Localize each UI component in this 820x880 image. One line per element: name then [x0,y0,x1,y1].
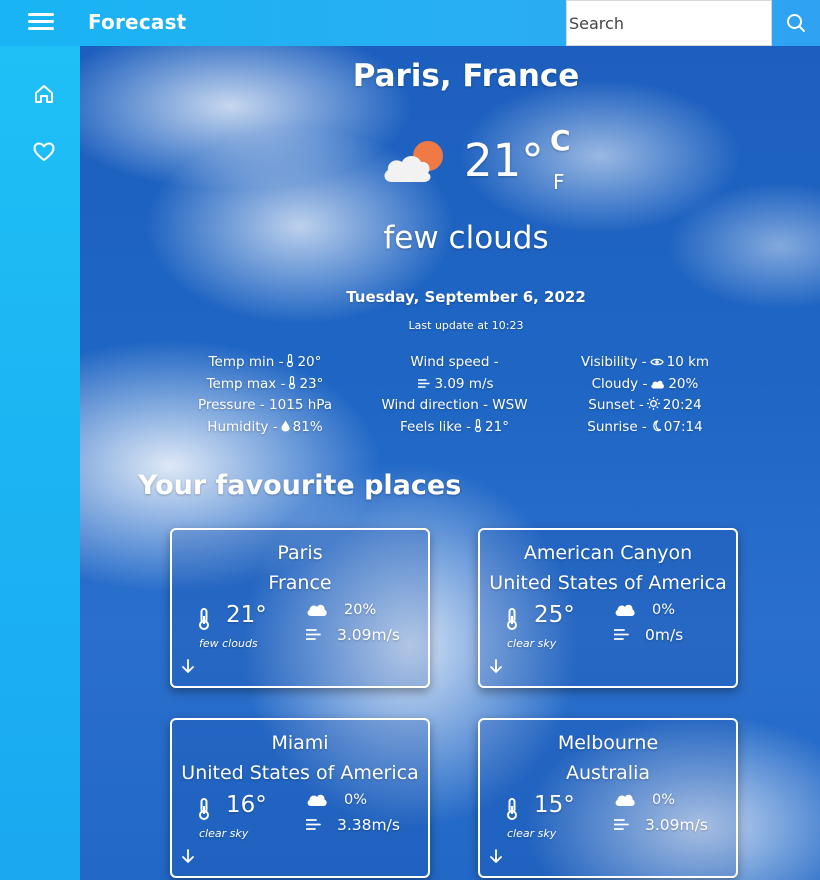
unit-fahrenheit-toggle[interactable]: F [553,170,565,194]
home-icon [35,85,53,103]
sidebar [0,46,80,880]
sidebar-item-favourites[interactable] [30,138,58,166]
heart-icon [33,142,55,161]
wind-direction-row: Wind direction - WSW [381,397,528,413]
favourite-card-melbourne[interactable]: Melbourne Australia 15° clear sky 0% 3.0… [478,718,738,878]
wind-icon [306,629,321,640]
thermometer-icon [474,418,482,432]
card-wind-speed: 3.38m/s [337,816,400,834]
favourite-card-american-canyon[interactable]: American Canyon United States of America… [478,528,738,688]
app-title: Forecast [88,10,187,34]
card-cloudiness: 0% [652,602,676,618]
eye-icon [649,358,664,366]
arrow-down-icon[interactable] [489,659,503,673]
favourites-title: Your favourite places [138,470,462,501]
card-cloudiness: 0% [652,792,676,808]
menu-icon [28,13,54,30]
card-country: France [268,572,332,594]
few-clouds-icon [384,141,443,182]
card-description: few clouds [199,637,258,650]
arrow-down-icon[interactable] [489,849,503,863]
card-description: clear sky [199,827,249,840]
sunrise-row: Sunrise -07:14 [587,418,703,435]
favourite-card-miami[interactable]: Miami United States of America 16° clear… [170,718,430,878]
card-country: United States of America [181,762,419,784]
top-bar: Forecast [0,0,820,46]
thermometer-icon [287,354,294,367]
cloudy-row: Cloudy -20% [591,375,699,392]
unit-celsius-toggle[interactable]: C [550,124,571,157]
main-content: Paris, France 21° C F few clouds Tuesday… [80,46,820,880]
card-cloudiness: 0% [344,792,368,808]
visibility-row: Visibility -10 km [580,354,710,370]
card-temperature: 16° [226,792,267,818]
search-button[interactable] [772,0,820,46]
card-wind-speed: 0m/s [645,626,684,644]
search-icon [787,14,805,32]
wind-icon [614,629,629,640]
current-date: Tuesday, September 6, 2022 [346,288,586,306]
thermometer-icon [199,608,209,630]
details-column-3: Visibility -10 km Cloudy -20% Sunset -20… [565,352,725,438]
cloud-icon [307,604,327,616]
card-description: clear sky [507,637,557,650]
arrow-down-icon[interactable] [181,849,195,863]
card-city: Melbourne [557,732,659,754]
temp-max-row: Temp max -23° [206,375,324,392]
weather-description: few clouds [383,220,549,256]
arrow-down-icon[interactable] [181,659,195,673]
temp-min-row: Temp min -20° [208,354,322,370]
wind-speed-row: 3.09 m/s [372,374,537,396]
sidebar-item-home[interactable] [30,80,58,108]
favourite-card-paris[interactable]: Paris France 21° few clouds 20% 3.09m/s [170,528,430,688]
card-description: clear sky [507,827,557,840]
card-cloudiness: 20% [344,602,377,618]
wind-icon [418,378,431,388]
thermometer-icon [199,798,209,820]
card-city: Miami [271,732,329,754]
wind-speed-label: Wind speed - [410,354,499,370]
wind-icon [306,819,321,830]
thermometer-icon [507,608,517,630]
thermometer-icon [289,375,296,389]
search-input[interactable] [566,0,772,46]
card-temperature: 25° [534,602,575,628]
pressure-row: Pressure - 1015 hPa [197,397,333,413]
card-country: Australia [565,762,651,784]
humidity-row: Humidity -81% [207,418,323,435]
card-city: Paris [277,542,323,564]
menu-button[interactable] [28,10,54,36]
thermometer-icon [507,798,517,820]
sunset-row: Sunset -20:24 [588,397,702,413]
card-country: United States of America [489,572,727,594]
details-column-2: Wind speed - 3.09 m/s Wind direction - W… [372,352,537,438]
droplet-icon [281,420,290,431]
sun-icon [646,397,660,410]
card-temperature: 15° [534,792,575,818]
last-update: Last update at 10:23 [408,319,524,332]
wind-icon [614,819,629,830]
cloud-icon [651,380,665,388]
cloud-icon [307,794,327,806]
cloud-icon [615,604,635,616]
card-city: American Canyon [523,542,693,564]
moon-icon [653,419,661,431]
current-temperature: 21° [464,134,544,187]
cloud-icon [615,794,635,806]
feels-like-row: Feels like -21° [400,418,509,435]
card-wind-speed: 3.09m/s [337,626,400,644]
card-temperature: 21° [226,602,267,628]
card-wind-speed: 3.09m/s [645,816,708,834]
details-column-1: Temp min -20° Temp max -23° Pressure - 1… [190,352,340,438]
current-city: Paris, France [352,58,580,94]
